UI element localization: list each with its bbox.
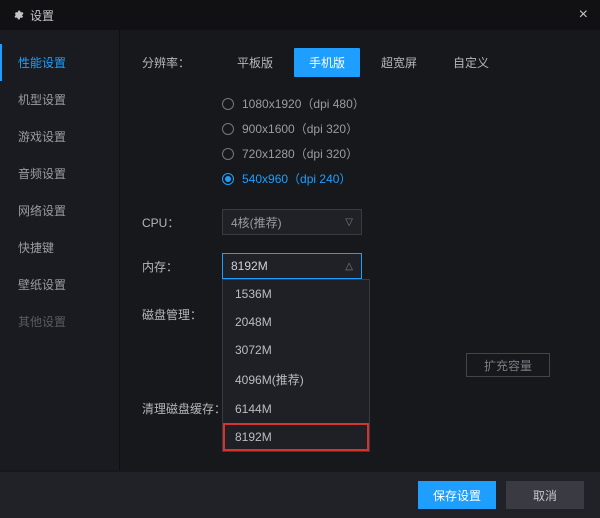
disk-label: 磁盘管理：: [142, 306, 222, 323]
sidebar-item-5[interactable]: 快捷键: [0, 229, 119, 266]
radio-icon: [222, 98, 234, 110]
memory-dropdown: 1536M2048M3072M4096M(推荐)6144M8192M: [222, 279, 370, 452]
cancel-button[interactable]: 取消: [506, 481, 584, 509]
cpu-select[interactable]: 4核(推荐) ▽: [222, 209, 362, 235]
expand-capacity-button[interactable]: 扩充容量: [466, 353, 550, 377]
sidebar: 性能设置机型设置游戏设置音频设置网络设置快捷键壁纸设置其他设置: [0, 30, 120, 470]
resolution-option-label: 540x960（dpi 240）: [242, 170, 351, 187]
mode-tab-1[interactable]: 手机版: [294, 48, 360, 77]
resolution-option-1[interactable]: 900x1600（dpi 320）: [222, 120, 578, 137]
resolution-label: 分辨率：: [142, 54, 222, 71]
content: 分辨率： 平板版手机版超宽屏自定义 1080x1920（dpi 480） 900x…: [120, 30, 600, 470]
memory-option-4[interactable]: 6144M: [223, 395, 369, 423]
chevron-down-icon: ▽: [345, 217, 353, 228]
mode-tab-0[interactable]: 平板版: [222, 48, 288, 77]
sidebar-item-4[interactable]: 网络设置: [0, 192, 119, 229]
memory-option-1[interactable]: 2048M: [223, 308, 369, 336]
sidebar-item-1[interactable]: 机型设置: [0, 81, 119, 118]
resolution-option-0[interactable]: 1080x1920（dpi 480）: [222, 95, 578, 112]
memory-select[interactable]: 8192M △: [222, 253, 362, 279]
gear-icon: [12, 9, 24, 21]
mode-tab-2[interactable]: 超宽屏: [366, 48, 432, 77]
resolution-options: 1080x1920（dpi 480） 900x1600（dpi 320） 720x1…: [222, 95, 578, 187]
close-icon[interactable]: ×: [579, 6, 588, 24]
resolution-option-label: 1080x1920（dpi 480）: [242, 95, 365, 112]
memory-value: 8192M: [231, 259, 268, 273]
memory-option-5[interactable]: 8192M: [223, 423, 369, 451]
radio-icon: [222, 148, 234, 160]
resolution-option-3[interactable]: 540x960（dpi 240）: [222, 170, 578, 187]
memory-label: 内存：: [142, 258, 222, 275]
settings-window: 设置 × 性能设置机型设置游戏设置音频设置网络设置快捷键壁纸设置其他设置 分辨率…: [0, 0, 600, 518]
footer: 保存设置 取消: [0, 472, 600, 518]
radio-icon: [222, 173, 234, 185]
memory-option-0[interactable]: 1536M: [223, 280, 369, 308]
resolution-option-2[interactable]: 720x1280（dpi 320）: [222, 145, 578, 162]
cpu-value: 4核(推荐): [231, 214, 282, 231]
memory-option-3[interactable]: 4096M(推荐): [223, 364, 369, 395]
cpu-label: CPU：: [142, 214, 222, 231]
window-title: 设置: [30, 7, 54, 24]
resolution-option-label: 900x1600（dpi 320）: [242, 120, 358, 137]
save-button[interactable]: 保存设置: [418, 481, 496, 509]
radio-icon: [222, 123, 234, 135]
sidebar-item-7[interactable]: 其他设置: [0, 303, 119, 340]
memory-option-2[interactable]: 3072M: [223, 336, 369, 364]
sidebar-item-6[interactable]: 壁纸设置: [0, 266, 119, 303]
sidebar-item-2[interactable]: 游戏设置: [0, 118, 119, 155]
sidebar-item-0[interactable]: 性能设置: [0, 44, 119, 81]
sidebar-item-3[interactable]: 音频设置: [0, 155, 119, 192]
resolution-option-label: 720x1280（dpi 320）: [242, 145, 358, 162]
chevron-up-icon: △: [345, 261, 353, 272]
mode-tab-3[interactable]: 自定义: [438, 48, 504, 77]
resolution-mode-tabs: 平板版手机版超宽屏自定义: [222, 48, 504, 77]
titlebar: 设置 ×: [0, 0, 600, 30]
